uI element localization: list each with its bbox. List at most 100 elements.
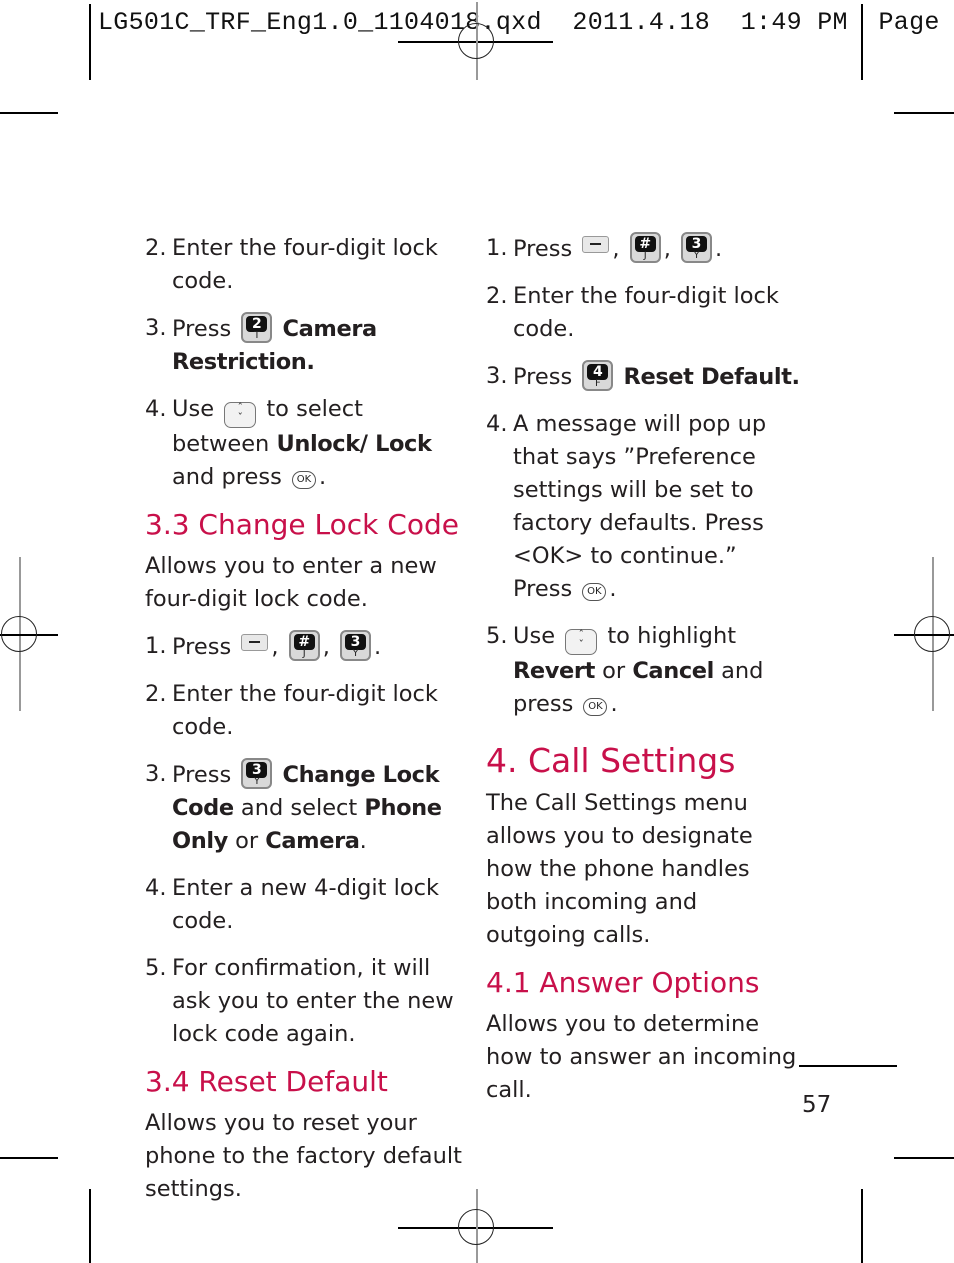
step: 1. Press , # J, 3Y. [145, 630, 465, 664]
key-sub: T [253, 330, 260, 341]
step-number: 2. [486, 283, 508, 309]
nav-down: ˇ [237, 411, 243, 424]
print-slug: LG501C_TRF_Eng1.0_1104018.qxd 2011.4.18 … [98, 8, 940, 37]
nav-key-icon: ˆˇ [224, 402, 257, 428]
registration-mark [1, 616, 37, 652]
left-column: 2. Enter the four-digit lock code. 3. Pr… [145, 232, 465, 1220]
key-3-icon: 3Y [241, 758, 273, 789]
punct: . [318, 464, 327, 490]
step-number: 4. [145, 875, 167, 901]
step: 2. Enter the four-digit lock code. [486, 280, 801, 346]
key-sub: Y [253, 776, 260, 787]
crop-mark [0, 1157, 58, 1159]
step-number: 2. [145, 235, 167, 261]
step-number: 4. [486, 411, 508, 437]
step: 3. Press 3Y Change Lock Code and select … [145, 758, 465, 858]
key-hash-icon: # J [288, 630, 320, 661]
section-title-change-lock-code: 3.3 Change Lock Code [145, 508, 459, 541]
ok-key-icon: OK [583, 698, 608, 716]
section-intro: Allows you to enter a new four-digit loc… [145, 553, 437, 612]
key-4-icon: 4F [582, 360, 614, 391]
section-title-reset-default: 3.4 Reset Default [145, 1065, 388, 1098]
step-text: Press [513, 576, 573, 602]
section-title-answer-options: 4.1 Answer Options [486, 966, 760, 999]
nav-down: ˇ [578, 638, 584, 651]
step-number: 4. [145, 396, 167, 422]
crop-mark [89, 4, 91, 80]
menu-option: Cancel [632, 658, 714, 684]
crop-mark [861, 1189, 863, 1263]
key-hash-icon: # J [629, 232, 661, 263]
step-text: or [235, 828, 259, 854]
key-sub: F [594, 378, 601, 389]
section-intro: Allows you to reset your phone to the fa… [145, 1110, 462, 1202]
step-text: Enter the four-digit lock code. [172, 235, 438, 294]
section-intro: Allows you to determine how to answer an… [486, 1011, 797, 1103]
crop-mark [894, 112, 954, 114]
menu-softkey-icon [582, 236, 610, 253]
ok-key-icon: OK [582, 583, 607, 601]
ok-key-icon: OK [291, 471, 316, 489]
step-number: 5. [486, 623, 508, 649]
chapter-title-call-settings: 4. Call Settings [486, 741, 736, 780]
key-2-icon: 2T [241, 312, 273, 343]
step-text: Use [172, 396, 215, 422]
registration-mark [914, 616, 950, 652]
page-number: 57 [802, 1092, 832, 1118]
step-number: 3. [145, 315, 167, 341]
step-number: 1. [486, 235, 508, 261]
step-number: 1. [145, 633, 167, 659]
chapter-intro: The Call Settings menu allows you to des… [486, 790, 753, 948]
step-text: and press [172, 464, 282, 490]
key-sub: J [643, 250, 647, 261]
menu-option: Reset Default. [623, 364, 801, 390]
key-3-icon: 3Y [340, 630, 371, 661]
key-3-icon: 3Y [681, 232, 712, 263]
step: 4. Use ˆˇ to select between Unlock/ Lock… [145, 393, 465, 494]
step-number: 5. [145, 955, 167, 981]
step: 3. Press 4F Reset Default. [486, 360, 801, 394]
key-sub: Y [352, 648, 359, 659]
step-text: Use [513, 623, 556, 649]
step: 3. Press 2T Camera Restriction. [145, 312, 465, 379]
step-text: Enter the four-digit lock code. [172, 681, 438, 740]
step: 5. Use ˆˇ to highlight Revert or Cancel … [486, 620, 801, 721]
punct: . [359, 828, 367, 854]
crop-mark [0, 112, 58, 114]
punct: . [609, 576, 617, 602]
step-text: Press [513, 364, 573, 390]
step: 1. Press , # J, 3Y. [486, 232, 801, 266]
menu-option: Unlock/ Lock [276, 431, 432, 457]
key-sub: Y [693, 250, 700, 261]
step: 5. For confirmation, it will ask you to … [145, 952, 465, 1051]
step: 4. A message will pop up that says ”Pref… [486, 408, 801, 606]
menu-option: Revert [513, 658, 595, 684]
crop-mark [894, 1157, 954, 1159]
step-text: to highlight [607, 623, 737, 649]
step: 4. Enter a new 4-digit lock code. [145, 872, 465, 938]
step-number: 3. [486, 363, 508, 389]
slug-time: 1:49 PM [740, 8, 848, 37]
step-text: and select [240, 795, 358, 821]
right-column: 1. Press , # J, 3Y. 2. Enter the four-dig… [486, 232, 801, 1121]
step-text: Press [172, 316, 232, 342]
crop-mark [861, 4, 863, 80]
step-text: For confirmation, it will ask you to ent… [172, 955, 454, 1047]
slug-page-label: Page [878, 8, 940, 37]
registration-mark [458, 23, 494, 59]
nav-key-icon: ˆˇ [565, 629, 598, 655]
step-text: or [602, 658, 626, 684]
punct: . [610, 691, 618, 717]
menu-option: Camera [265, 828, 360, 854]
step-text: Press [172, 762, 232, 788]
crop-mark [89, 1189, 91, 1263]
step-text: Enter the four-digit lock code. [513, 283, 779, 342]
step-text: Press [513, 236, 573, 262]
step-text: Press [172, 634, 232, 660]
step-number: 2. [145, 681, 167, 707]
key-sub: J [302, 648, 306, 659]
step: 2. Enter the four-digit lock code. [145, 678, 465, 744]
step-text: Enter a new 4-digit lock code. [172, 875, 440, 934]
step-text: A message will pop up that says ”Prefere… [513, 411, 767, 569]
slug-date: 2011.4.18 [572, 8, 711, 37]
